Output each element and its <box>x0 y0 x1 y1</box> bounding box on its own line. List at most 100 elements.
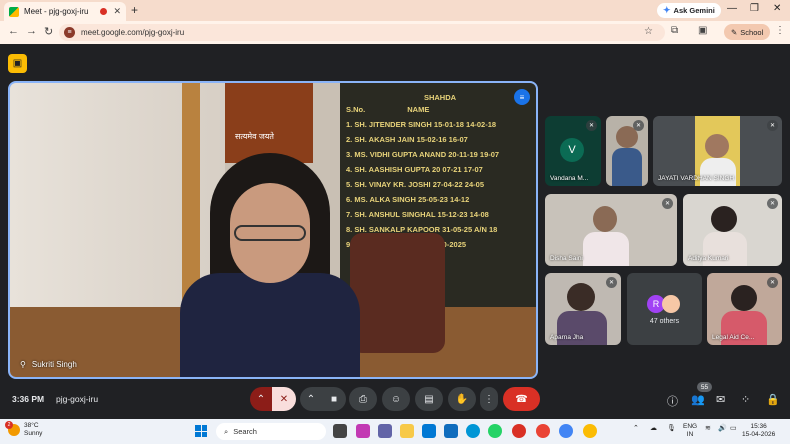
hp-icon[interactable] <box>466 424 480 438</box>
forward-icon[interactable]: → <box>26 25 37 37</box>
avatar <box>662 295 680 313</box>
people-icon[interactable]: 👥 <box>691 393 705 406</box>
back-icon[interactable]: ← <box>8 25 19 37</box>
leave-call-button[interactable]: ☎ <box>503 387 540 411</box>
mic-off-icon: ✕ <box>606 277 617 288</box>
others-tile[interactable]: R 47 others <box>627 273 702 345</box>
people-count-badge: 55 <box>697 382 712 392</box>
language-indicator[interactable]: ENG IN <box>683 423 697 439</box>
whatsapp-icon[interactable] <box>488 424 502 438</box>
taskbar-search[interactable]: ⌕ Search <box>216 423 326 440</box>
main-speaker-tile[interactable]: सत्यमेव जयते SHAHDA S.No. NAME 1. SH. JI… <box>8 81 538 379</box>
recording-dot-icon <box>100 8 108 15</box>
participant-tile[interactable]: ✕ Aditya Kumari <box>683 194 782 266</box>
present-screen-icon: ⎙ <box>359 393 367 405</box>
onedrive-icon[interactable]: ☁ <box>650 424 657 432</box>
chrome-profile-icon[interactable] <box>559 424 573 438</box>
chevron-up-icon: ⌃ <box>256 393 266 405</box>
copilot-icon[interactable] <box>356 424 370 438</box>
start-button[interactable] <box>195 425 207 437</box>
tray-time: 15:36 <box>750 423 767 430</box>
os-taskbar: 2 38°C Sunny ⌕ Search ⌃ ☁ 🎙 ENG IN ≋ 🔊 ▭… <box>0 419 790 444</box>
participant-tile[interactable]: ✕ Disha Saini <box>545 194 677 266</box>
volume-icon[interactable]: 🔊 <box>718 424 727 432</box>
bookmark-star-icon[interactable]: ☆ <box>644 26 653 37</box>
participant-tile[interactable]: ✕ <box>606 116 648 186</box>
participant-name: Disha Saini <box>550 255 583 262</box>
mic-off-icon: ✕ <box>662 198 673 209</box>
edge-icon[interactable] <box>422 424 436 438</box>
meet-favicon-icon <box>9 6 19 17</box>
mic-tray-icon[interactable]: 🎙 <box>667 424 676 432</box>
clock-date[interactable]: 15:36 15-04-2026 <box>742 423 775 439</box>
minimize-icon[interactable]: — <box>727 3 737 14</box>
extensions-icon[interactable]: ⧉ <box>671 25 678 36</box>
host-controls-icon[interactable]: 🔒 <box>766 393 780 406</box>
glasses <box>234 225 306 241</box>
activities-icon[interactable]: ⁘ <box>741 393 750 406</box>
chrome-active-icon[interactable] <box>583 424 597 438</box>
captions-button[interactable]: ▤ <box>415 387 443 411</box>
reload-icon[interactable]: ↻ <box>44 25 53 38</box>
more-options-button[interactable]: ⋮ <box>480 387 498 411</box>
chrome-icon[interactable] <box>536 424 550 438</box>
search-icon: ⌕ <box>224 426 229 436</box>
participant-tile[interactable]: ✕ JAYATI VARDHAN SINGH <box>653 116 782 186</box>
meeting-code: pjg-goxj-iru <box>56 394 99 404</box>
menu-kebab-icon[interactable]: ⋮ <box>775 25 785 36</box>
mic-off-icon: ✕ <box>767 198 778 209</box>
board-sno: S.No. <box>346 105 366 114</box>
raise-hand-button[interactable]: ✋ <box>448 387 476 411</box>
main-speaker-label: ⚲ Sukriti Singh <box>20 360 77 369</box>
file-explorer-icon[interactable] <box>400 424 414 438</box>
teams-icon[interactable] <box>378 424 392 438</box>
participant-tile[interactable]: ✕ Legal Aid Ce... <box>707 273 782 345</box>
audio-options-button[interactable]: ⌃ <box>250 387 272 411</box>
profile-label: School <box>740 27 764 37</box>
task-view-icon[interactable] <box>333 424 347 438</box>
chat-icon[interactable]: ✉ <box>716 393 725 406</box>
new-tab-button[interactable]: + <box>131 3 138 17</box>
participant-tile[interactable]: V ✕ Vandana M... <box>545 116 601 186</box>
participant-name: Aditya Kumari <box>688 255 729 262</box>
captions-off-icon[interactable]: ▣ <box>8 54 27 73</box>
profile-icon: ✎ <box>731 27 738 37</box>
lang-secondary: IN <box>686 431 694 438</box>
video-options-button[interactable]: ⌃ <box>300 387 322 411</box>
ask-gemini-label: Ask Gemini <box>673 6 715 15</box>
participant-tile[interactable]: ✕ Aparna Jha <box>545 273 621 345</box>
ask-gemini-button[interactable]: ✦ Ask Gemini <box>657 3 721 18</box>
board-row: 7. SH. ANSHUL SINGHAL 15-12-23 14-08 <box>346 210 489 219</box>
meet-tab[interactable]: Meet - pjg-goxj-iru ✕ <box>4 2 126 21</box>
store-icon[interactable] <box>444 424 458 438</box>
chevron-up-icon[interactable]: ⌃ <box>633 424 639 432</box>
weather-widget[interactable]: 2 38°C Sunny <box>5 421 43 438</box>
info-icon[interactable]: ⓘ <box>667 393 678 409</box>
microphone-toggle[interactable]: ✕ <box>272 387 296 411</box>
mic-off-icon: ✕ <box>586 120 597 131</box>
site-info-icon[interactable]: ≡ <box>64 27 75 38</box>
speaker-figure <box>170 153 370 377</box>
chevron-up-icon: ⌃ <box>306 393 316 405</box>
camera-toggle[interactable]: ■ <box>322 387 346 411</box>
profile-button[interactable]: ✎ School <box>724 24 771 40</box>
app-icon[interactable] <box>512 424 526 438</box>
reactions-button[interactable]: ☺ <box>382 387 410 411</box>
maximize-icon[interactable]: ❐ <box>750 3 759 14</box>
others-count: 47 others <box>649 318 680 325</box>
battery-icon[interactable]: ▭ <box>730 424 737 432</box>
weather-text: Sunny <box>24 430 43 437</box>
present-button[interactable]: ⎙ <box>349 387 377 411</box>
more-vert-icon: ⋮ <box>484 393 494 405</box>
wifi-icon[interactable]: ≋ <box>705 424 711 432</box>
omnibox[interactable]: ≡ meet.google.com/pjg-goxj-iru ☆ <box>59 24 665 41</box>
meet-stage: ▣ सत्यमेव जयते SHAHDA S.No. NAME 1. SH. … <box>0 44 790 419</box>
address-toolbar: ← → ↻ ≡ meet.google.com/pjg-goxj-iru ☆ ⧉… <box>0 21 790 44</box>
speaking-indicator-icon: ≡ <box>514 89 530 105</box>
tab-title: Meet - pjg-goxj-iru <box>24 7 89 16</box>
gemini-icon: ✦ <box>663 5 671 15</box>
close-window-icon[interactable]: ✕ <box>773 3 781 14</box>
close-tab-icon[interactable]: ✕ <box>113 6 121 17</box>
sidepanel-icon[interactable]: ▣ <box>698 25 707 36</box>
search-label: Search <box>233 427 257 436</box>
